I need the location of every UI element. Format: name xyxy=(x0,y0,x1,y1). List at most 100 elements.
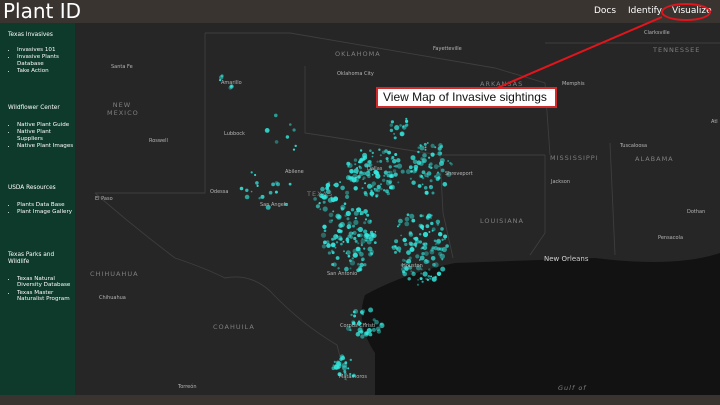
sighting-dot xyxy=(256,184,259,187)
label-oklahoma-city: Oklahoma City xyxy=(337,71,374,77)
sighting-dot xyxy=(420,157,424,161)
sighting-dot xyxy=(436,238,442,244)
sidebar-link-take-action[interactable]: Take Action xyxy=(17,68,75,74)
sidebar-link-invasive-plants-database[interactable]: Invasive Plants Database xyxy=(17,54,75,67)
sighting-dot xyxy=(440,227,444,231)
sighting-dot xyxy=(393,172,398,177)
sighting-dot xyxy=(330,197,336,203)
label-tuscaloosa: Tuscaloosa xyxy=(620,143,648,149)
label-louisiana: LOUISIANA xyxy=(480,217,524,225)
sidebar-link-native-plant-suppliers[interactable]: Native Plant Suppliers xyxy=(17,129,75,142)
sidebar-section-texas-invasives: Texas Invasives xyxy=(8,32,53,38)
sighting-dot xyxy=(420,226,422,229)
sighting-dot xyxy=(331,251,335,255)
sighting-dot xyxy=(359,166,363,170)
sighting-dot xyxy=(349,169,354,174)
sighting-dot xyxy=(344,214,348,217)
sighting-dot xyxy=(421,170,426,175)
sighting-dot xyxy=(335,241,339,244)
sighting-dot xyxy=(425,224,430,229)
sidebar-link-texas-natural-diversity-database[interactable]: Texas Natural Diversity Database xyxy=(17,276,75,289)
sighting-dot xyxy=(439,247,444,252)
sighting-dot xyxy=(423,142,427,146)
sighting-dot xyxy=(333,360,336,363)
sighting-dot xyxy=(406,213,410,217)
label-dallas: Dallas xyxy=(367,166,383,172)
sidebar-link-texas-master-naturalist-program[interactable]: Texas Master Naturalist Program xyxy=(17,290,75,303)
sightings-map[interactable]: OKLAHOMA ARKANSAS TENNESSEE NEW MEXICO T… xyxy=(75,23,720,395)
nav-docs-link[interactable]: Docs xyxy=(594,0,616,23)
sighting-dot xyxy=(371,151,374,155)
sidebar-section-usda-resources: USDA Resources xyxy=(8,185,56,191)
sighting-dot xyxy=(430,152,435,157)
sidebar-link-plant-image-gallery[interactable]: Plant Image Gallery xyxy=(17,209,72,215)
sighting-dot xyxy=(349,329,352,332)
sighting-dot xyxy=(351,257,354,260)
sighting-dot xyxy=(363,263,367,267)
sighting-dot xyxy=(428,165,431,168)
sighting-dot xyxy=(425,191,429,195)
label-lubbock: Lubbock xyxy=(224,131,245,137)
sidebar-link-native-plant-guide[interactable]: Native Plant Guide xyxy=(17,122,75,128)
sighting-dot xyxy=(404,242,408,247)
sidebar-list-wildflower-center: Native Plant Guide Native Plant Supplier… xyxy=(9,122,75,150)
sighting-dot xyxy=(337,214,342,219)
sighting-dot xyxy=(404,221,410,227)
sighting-dot xyxy=(396,163,403,169)
label-atlanta-partial: Atl xyxy=(711,119,718,125)
sighting-dot xyxy=(331,219,334,222)
sighting-dot xyxy=(414,167,418,171)
sighting-dot xyxy=(430,256,436,261)
sighting-dot xyxy=(339,181,341,184)
sighting-dot xyxy=(358,247,361,250)
sighting-dot xyxy=(415,239,420,244)
border-la-ms xyxy=(529,155,546,256)
sighting-dot xyxy=(404,216,410,222)
sighting-dot xyxy=(408,232,414,237)
sighting-dot xyxy=(439,145,444,149)
sighting-dot xyxy=(404,259,407,262)
border-ms-al xyxy=(609,142,616,256)
sighting-dot xyxy=(358,267,363,272)
sighting-dot xyxy=(352,224,355,228)
nav-identify-link[interactable]: Identify xyxy=(628,0,662,23)
sighting-dot xyxy=(411,180,416,185)
sighting-dot xyxy=(334,238,336,241)
sighting-dot xyxy=(386,159,389,163)
sighting-dot xyxy=(399,124,402,127)
sidebar-link-plants-data-base[interactable]: Plants Data Base xyxy=(17,202,72,208)
label-el-paso: El Paso xyxy=(95,196,113,202)
sighting-dot xyxy=(326,186,329,189)
sighting-dot xyxy=(421,280,424,283)
sidebar-link-invasives-101[interactable]: Invasives 101 xyxy=(17,47,75,53)
sighting-dot xyxy=(433,262,439,268)
sighting-dot xyxy=(322,224,327,229)
sighting-dot xyxy=(360,238,366,244)
sighting-dot xyxy=(421,183,424,186)
sighting-dot xyxy=(419,214,423,218)
sighting-dot xyxy=(422,231,429,238)
sighting-dot xyxy=(349,235,353,239)
sighting-dot xyxy=(354,163,357,166)
sighting-dot xyxy=(258,197,261,200)
sighting-dot xyxy=(443,234,448,239)
sighting-dot xyxy=(365,212,367,215)
border-ok-tx xyxy=(304,66,441,156)
sidebar-link-native-plant-images[interactable]: Native Plant Images xyxy=(17,143,75,149)
sighting-dot xyxy=(368,332,373,337)
label-chihuahua-state: CHIHUAHUA xyxy=(90,270,139,278)
sighting-dot xyxy=(415,254,420,259)
sighting-dot xyxy=(417,150,420,154)
sighting-dot xyxy=(326,243,331,248)
sighting-dot xyxy=(387,171,390,174)
sighting-dot xyxy=(319,208,322,211)
sighting-dot xyxy=(378,148,381,151)
sighting-dot xyxy=(363,247,366,250)
sighting-dot xyxy=(402,237,407,243)
sighting-dot xyxy=(331,237,335,241)
sighting-dot xyxy=(398,250,401,253)
map-canvas[interactable] xyxy=(75,23,720,395)
sighting-dot xyxy=(433,164,439,170)
label-tennessee: TENNESSEE xyxy=(653,46,701,54)
sighting-dot xyxy=(400,169,405,174)
